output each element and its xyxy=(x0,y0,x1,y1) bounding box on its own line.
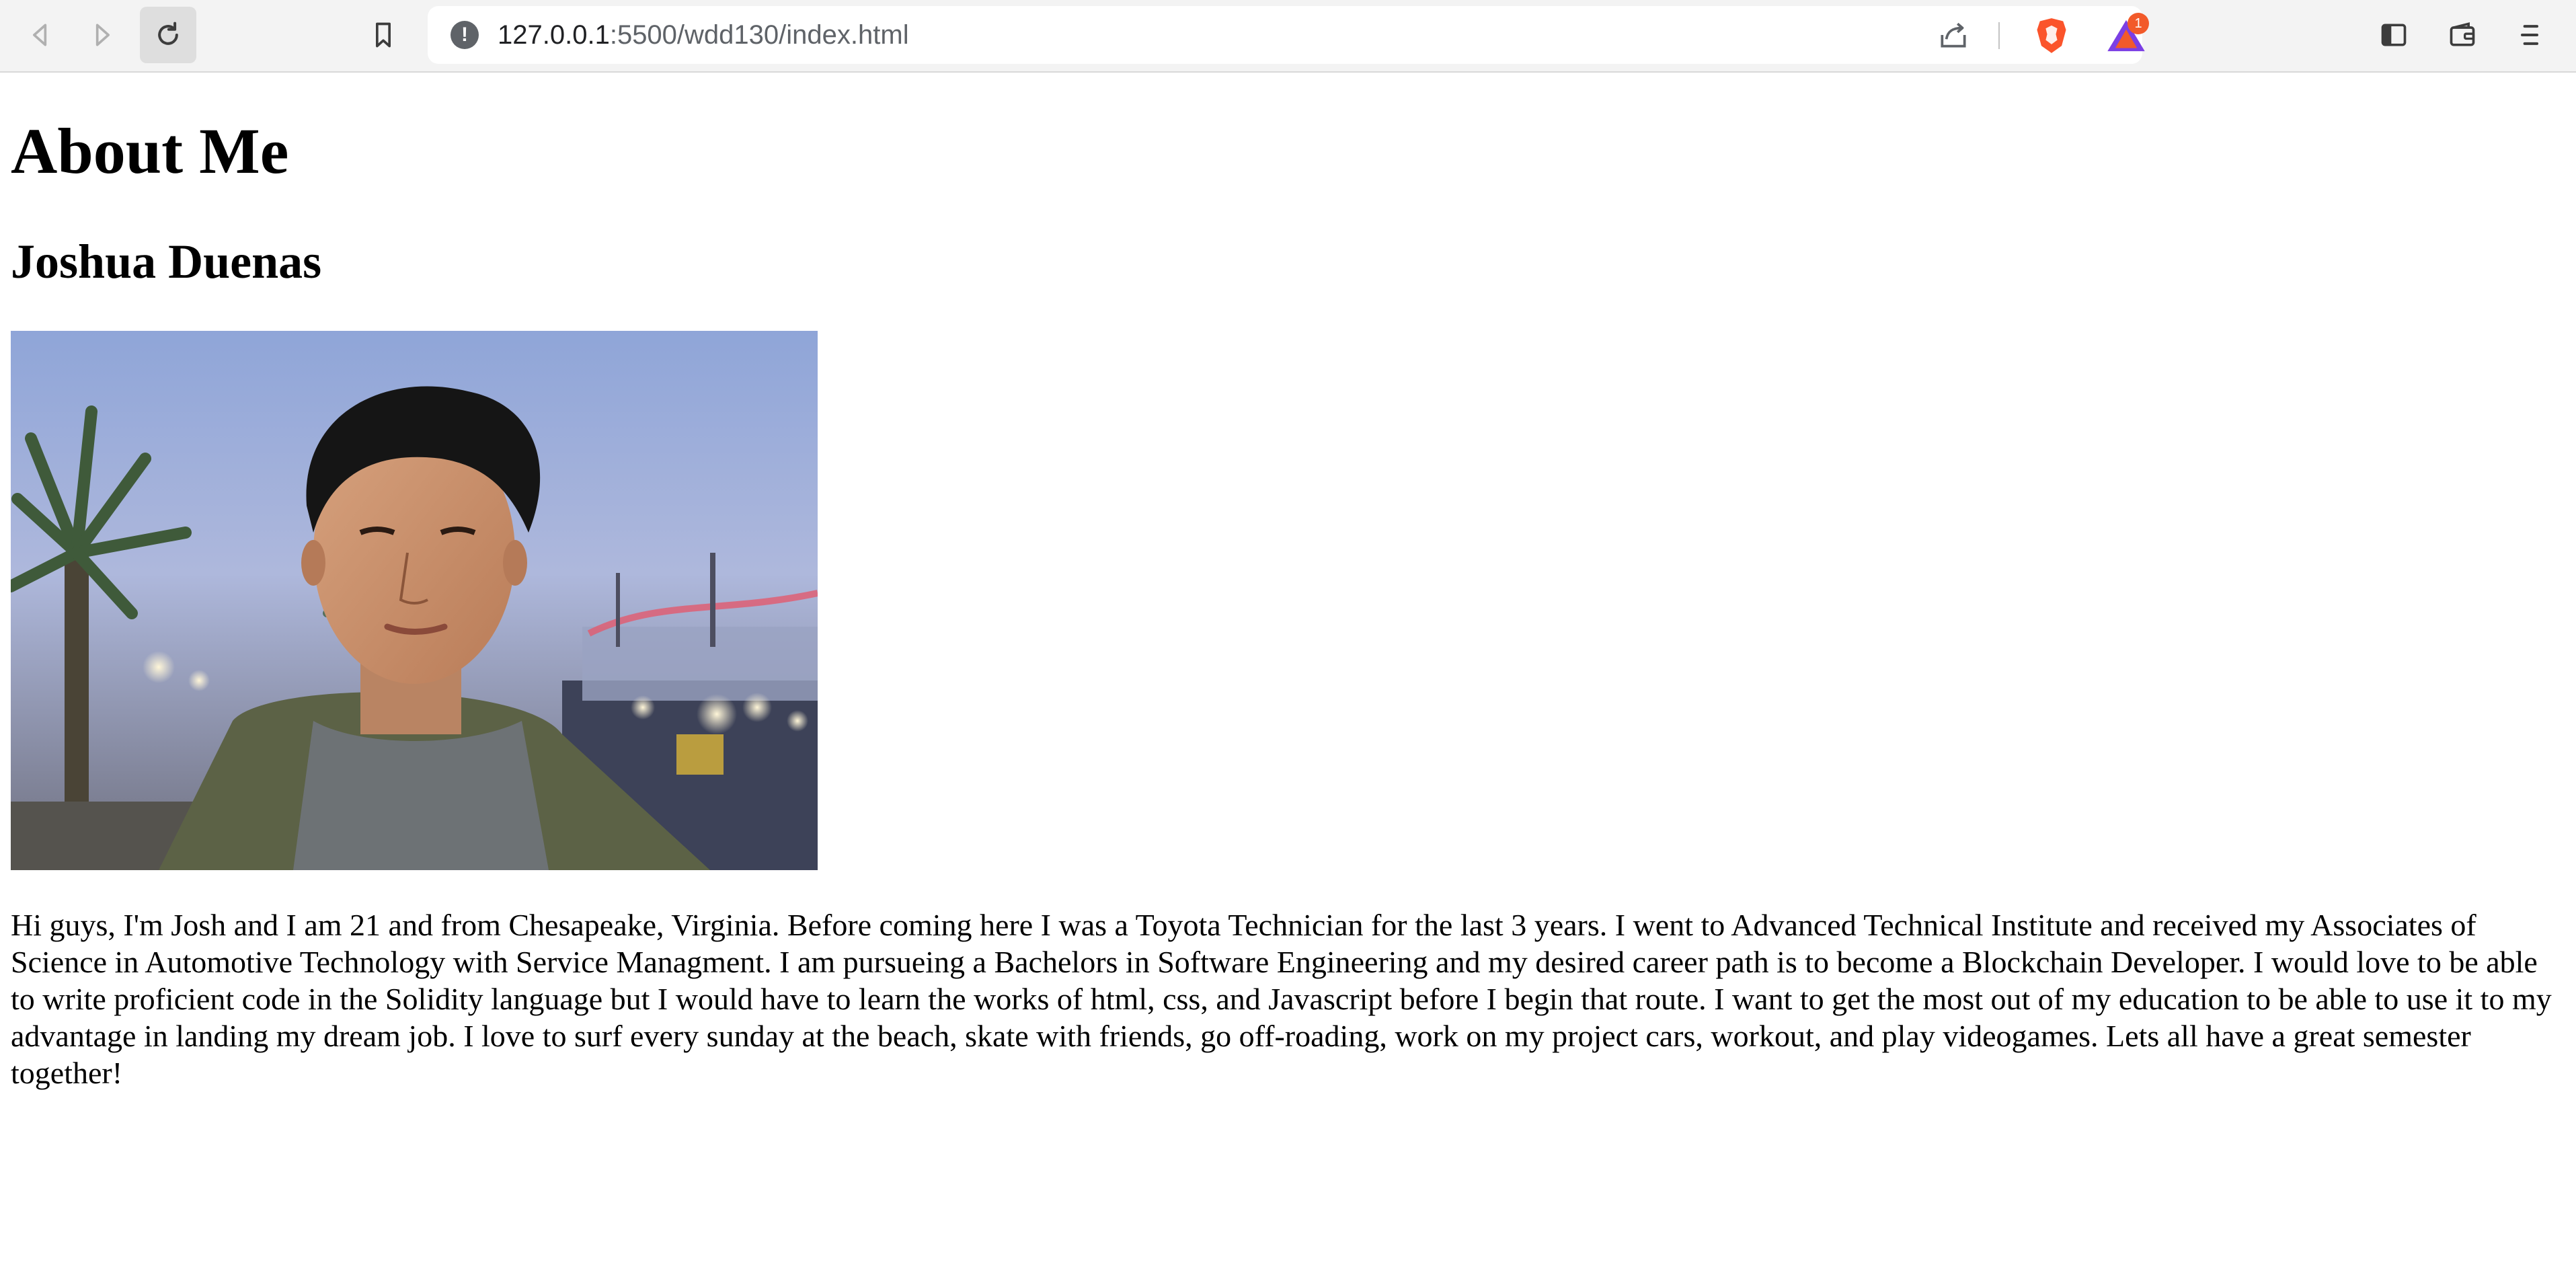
page-title: About Me xyxy=(11,115,289,187)
reload-icon xyxy=(158,22,178,45)
url-host: 127.0.0.1 xyxy=(498,20,610,50)
url-divider xyxy=(1998,22,2000,49)
bookmark-button[interactable] xyxy=(355,7,412,63)
url-path: :5500/wdd130/index.html xyxy=(609,20,909,50)
reload-button[interactable] xyxy=(140,7,196,63)
wallet-button[interactable] xyxy=(2434,7,2491,63)
menu-button[interactable] xyxy=(2501,7,2558,63)
forward-icon xyxy=(95,24,110,46)
back-button[interactable] xyxy=(12,7,69,63)
share-icon[interactable] xyxy=(1937,18,1970,52)
rewards-badge: 1 xyxy=(2128,13,2149,34)
site-info-icon[interactable]: ! xyxy=(451,21,479,49)
back-icon xyxy=(32,24,47,46)
profile-photo xyxy=(11,331,818,870)
browser-toolbar: ! 127.0.0.1:5500/wdd130/index.html 1 xyxy=(0,0,2576,73)
bookmark-icon xyxy=(376,22,391,48)
person-name: Joshua Duenas xyxy=(11,235,322,288)
sidebar-icon xyxy=(2381,24,2407,46)
menu-icon xyxy=(2520,25,2539,45)
wallet-icon xyxy=(2450,22,2475,46)
bio-paragraph: Hi guys, I'm Josh and I am 21 and from C… xyxy=(11,908,2552,1090)
brave-shield-icon[interactable] xyxy=(2033,17,2070,54)
address-bar[interactable]: ! 127.0.0.1:5500/wdd130/index.html 1 xyxy=(428,6,2149,64)
url-text[interactable]: 127.0.0.1:5500/wdd130/index.html xyxy=(498,6,909,64)
sidebar-button[interactable] xyxy=(2366,7,2422,63)
forward-button[interactable] xyxy=(74,7,130,63)
